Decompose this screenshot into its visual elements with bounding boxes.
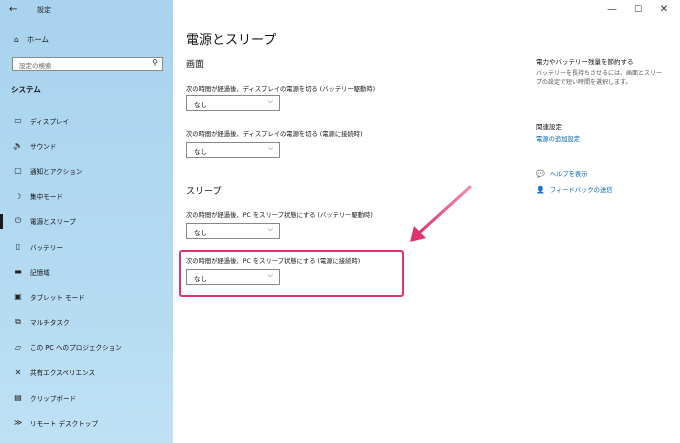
save-power-text: バッテリーを長持ちさせるには、画面とスリープの設定で短い時間を選択します。 — [536, 70, 663, 86]
send-feedback-label: フィードバックの送信 — [549, 187, 613, 194]
send-feedback-link[interactable]: 👤 フィードバックの送信 — [536, 185, 613, 195]
feedback-person-icon: 👤 — [536, 185, 545, 194]
save-power-heading: 電力やバッテリー残量を節約する — [536, 58, 634, 66]
related-settings-heading: 関連設定 — [536, 123, 562, 131]
chat-help-icon: 💬 — [536, 169, 545, 178]
get-help-link[interactable]: 💬 ヘルプを表示 — [536, 169, 588, 179]
annotation-arrow — [410, 185, 472, 242]
additional-power-settings-link[interactable]: 電源の追加設定 — [536, 134, 580, 143]
get-help-label: ヘルプを表示 — [549, 171, 588, 178]
